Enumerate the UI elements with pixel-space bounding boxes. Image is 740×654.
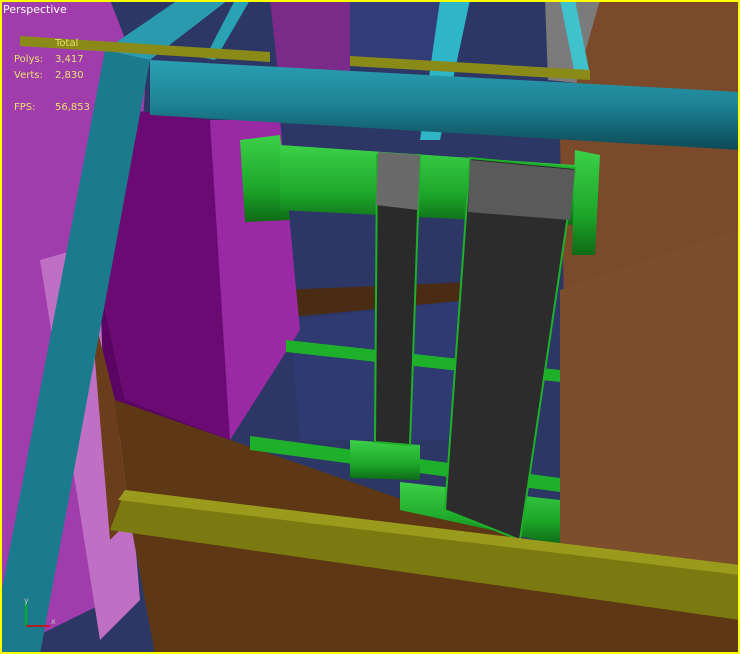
axis-gizmo-icon: y x (24, 596, 56, 627)
stats-verts-row: Verts: 2,830 (14, 68, 90, 84)
stats-polys-value: 3,417 (55, 54, 84, 65)
green-roller-lower (350, 440, 420, 480)
dark-arm-right-top (468, 160, 575, 220)
stats-polys-row: Polys: 3,417 (14, 52, 90, 68)
axis-x-label: x (51, 617, 56, 626)
stats-verts-value: 2,830 (55, 70, 84, 81)
stats-fps-label: FPS: (14, 102, 36, 113)
stats-total-header: Total (55, 38, 79, 49)
viewport-label[interactable]: Perspective (3, 3, 67, 16)
perspective-viewport[interactable]: Perspective Total Polys: 3,417 Verts: 2,… (0, 0, 740, 654)
stats-fps-value: 56,853 (55, 102, 90, 113)
stats-verts-label: Verts: (14, 70, 43, 81)
dark-arm-left-top (376, 152, 420, 210)
axis-y-label: y (24, 596, 29, 605)
statistics-overlay: Total Polys: 3,417 Verts: 2,830 FPS: 56,… (14, 36, 90, 116)
stats-polys-label: Polys: (14, 54, 44, 65)
scene-render[interactable] (0, 0, 740, 654)
stats-fps-row: FPS: 56,853 (14, 100, 90, 116)
